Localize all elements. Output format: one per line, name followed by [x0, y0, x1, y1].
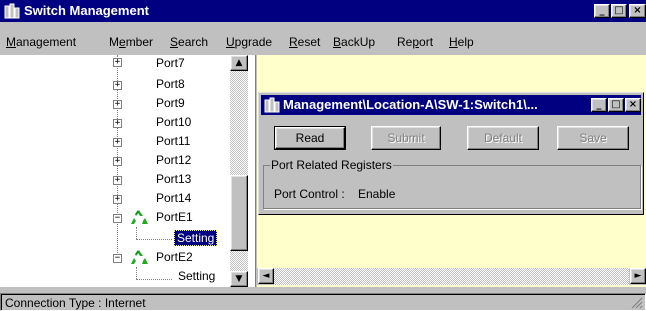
default-button[interactable]: Default	[467, 126, 539, 150]
expand-icon[interactable]: +	[113, 157, 122, 166]
save-button[interactable]: Save	[557, 126, 629, 150]
tree-item-port13[interactable]: Port13	[156, 172, 191, 186]
tree-item-porte2[interactable]: PortE2	[156, 250, 193, 264]
resize-grip-icon[interactable]	[631, 297, 643, 309]
tree-item-port11[interactable]: Port11	[156, 134, 190, 148]
scroll-down-arrow-icon[interactable]: ▼	[230, 271, 248, 287]
child-maximize-button[interactable]: □	[608, 98, 624, 112]
tree-connector-line	[136, 279, 172, 280]
tree-connector-line	[136, 227, 137, 239]
group-label: Port Related Registers	[270, 158, 393, 172]
window-title: Switch Management	[24, 3, 149, 18]
scroll-thumb[interactable]	[230, 175, 248, 251]
recycle-icon	[131, 210, 148, 224]
menu-search[interactable]: Search	[170, 35, 208, 49]
menu-backup[interactable]: BackUp	[333, 35, 375, 49]
expand-icon[interactable]: +	[113, 100, 122, 109]
expand-icon[interactable]: +	[113, 138, 122, 147]
collapse-icon[interactable]: −	[113, 214, 122, 223]
recycle-icon	[131, 250, 148, 264]
submit-button[interactable]: Submit	[371, 126, 441, 150]
workspace-horizontal-scrollbar[interactable]: ◄ ►	[257, 268, 646, 285]
tree-item-port12[interactable]: Port12	[156, 153, 191, 167]
tree-item-port14[interactable]: Port14	[156, 191, 191, 205]
child-window-titlebar[interactable]: Management\Location-A\SW-1:Switch1\... _…	[261, 95, 641, 115]
menu-reset[interactable]: Reset	[289, 35, 320, 49]
tree-connector-line	[136, 267, 137, 279]
app-icon	[264, 97, 280, 113]
menu-management[interactable]: Management	[6, 35, 76, 49]
child-window-title: Management\Location-A\SW-1:Switch1\...	[283, 97, 538, 112]
port-control-label: Port Control :	[274, 187, 345, 201]
main-titlebar[interactable]: Switch Management _ □ ×	[0, 0, 646, 22]
scroll-track[interactable]	[230, 71, 248, 175]
minimize-button[interactable]: _	[594, 4, 610, 18]
menu-bar: Management Member Search Upgrade Reset B…	[0, 33, 646, 55]
scroll-track[interactable]	[230, 251, 248, 271]
scroll-track[interactable]	[274, 268, 629, 285]
expand-icon[interactable]: +	[113, 176, 122, 185]
connection-type-status: Connection Type : Internet	[5, 296, 146, 310]
tree-vertical-scrollbar[interactable]: ▲ ▼	[230, 55, 248, 287]
menu-report[interactable]: Report	[397, 35, 433, 49]
tree-item-port10[interactable]: Port10	[156, 115, 191, 129]
tree-item-port7[interactable]: Port7	[156, 56, 185, 70]
app-icon	[4, 3, 20, 19]
scroll-right-arrow-icon[interactable]: ►	[630, 268, 646, 284]
menu-help[interactable]: Help	[449, 35, 474, 49]
tree-item-port9[interactable]: Port9	[156, 96, 185, 110]
child-close-button[interactable]: ×	[625, 98, 641, 112]
child-window[interactable]: Management\Location-A\SW-1:Switch1\... _…	[258, 92, 644, 215]
tree-connector-line	[136, 239, 172, 240]
read-button-label: Read	[275, 127, 345, 149]
port-control-value: Enable	[358, 187, 396, 201]
expand-icon[interactable]: +	[113, 81, 122, 90]
maximize-button[interactable]: □	[611, 4, 627, 18]
status-bar: Connection Type : Internet	[0, 293, 646, 311]
tree-item-port8[interactable]: Port8	[156, 77, 185, 91]
menu-upgrade[interactable]: Upgrade	[226, 35, 272, 49]
menu-member[interactable]: Member	[109, 35, 153, 49]
tree-item-porte1-setting[interactable]: Setting	[174, 230, 218, 246]
expand-icon[interactable]: +	[113, 58, 122, 67]
child-minimize-button[interactable]: _	[591, 98, 607, 112]
read-button[interactable]: Read	[274, 126, 346, 150]
tree-item-porte2-setting[interactable]: Setting	[178, 269, 215, 283]
scroll-up-arrow-icon[interactable]: ▲	[230, 55, 248, 71]
collapse-icon[interactable]: −	[113, 254, 122, 263]
scroll-left-arrow-icon[interactable]: ◄	[258, 268, 274, 284]
port-registers-groupbox: Port Related Registers Port Control : En…	[263, 158, 641, 209]
tree-view[interactable]: + Port7 + Port8 + Port9 + Port10 + Port1…	[0, 55, 256, 287]
expand-icon[interactable]: +	[113, 195, 122, 204]
tree-item-porte1[interactable]: PortE1	[156, 210, 193, 224]
expand-icon[interactable]: +	[113, 119, 122, 128]
close-button[interactable]: ×	[629, 4, 646, 18]
